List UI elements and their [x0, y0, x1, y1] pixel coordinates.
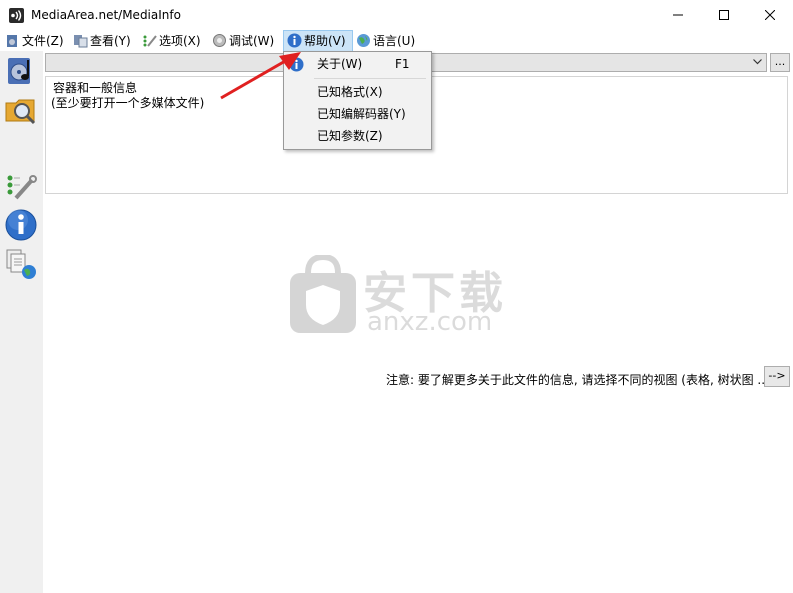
- debug-menu-icon: [212, 33, 227, 48]
- menu-debug-label: 调试(W): [229, 34, 275, 48]
- view-menu-icon: [73, 33, 88, 48]
- open-file-button[interactable]: [4, 54, 38, 88]
- menu-options[interactable]: 选项(X): [139, 31, 201, 51]
- menu-view[interactable]: 查看(Y): [70, 31, 131, 51]
- mediainfo-app-icon: [9, 8, 24, 23]
- menu-item-about[interactable]: 关于(W) F1: [284, 53, 431, 75]
- menu-options-label: 选项(X): [159, 34, 201, 48]
- menu-item-known-codecs[interactable]: 已知编解码器(Y): [284, 103, 431, 125]
- menu-item-known-formats-label: 已知格式(X): [317, 85, 383, 99]
- menu-debug[interactable]: 调试(W): [209, 31, 274, 51]
- documents-globe-icon: [6, 249, 36, 279]
- maximize-icon: [719, 10, 729, 20]
- menu-file-label: 文件(Z): [22, 34, 64, 48]
- file-menu-icon: [5, 33, 20, 48]
- menu-item-about-label: 关于(W): [317, 57, 363, 71]
- menu-view-label: 查看(Y): [90, 34, 131, 48]
- chevron-down-icon: [753, 59, 762, 65]
- left-toolbar: [0, 51, 43, 593]
- menu-item-known-parameters-label: 已知参数(Z): [317, 129, 383, 143]
- menu-separator: [314, 78, 426, 79]
- menu-item-known-parameters[interactable]: 已知参数(Z): [284, 125, 431, 147]
- info-icon: [5, 209, 37, 241]
- menu-language[interactable]: 语言(U): [353, 31, 415, 51]
- menu-bar: 文件(Z) 查看(Y) 选项(X) 调试(W) 帮助(V) 语言(U): [0, 30, 793, 52]
- close-button[interactable]: [747, 0, 793, 31]
- switch-view-button[interactable]: -->: [764, 366, 790, 387]
- title-bar: MediaArea.net/MediaInfo: [0, 0, 793, 31]
- options-menu-icon: [142, 33, 157, 48]
- menu-item-about-shortcut: F1: [395, 57, 410, 71]
- close-icon: [765, 10, 775, 20]
- watermark: 安下载 anxz.com: [288, 255, 508, 341]
- annotation-arrow-icon: [220, 52, 301, 100]
- shield-lock-icon: [290, 255, 356, 333]
- wrench-settings-icon: [7, 175, 37, 200]
- maximize-button[interactable]: [701, 0, 747, 31]
- about-button[interactable]: [4, 208, 38, 242]
- info-icon: [287, 33, 302, 48]
- menu-item-known-formats[interactable]: 已知格式(X): [284, 81, 431, 103]
- menu-help-label: 帮助(V): [304, 34, 346, 48]
- open-folder-button[interactable]: [4, 93, 38, 127]
- info-hint: (至少要打开一个多媒体文件): [51, 96, 205, 110]
- help-dropdown-menu: 关于(W) F1 已知格式(X) 已知编解码器(Y) 已知参数(Z): [283, 51, 432, 150]
- web-export-button[interactable]: [4, 247, 38, 281]
- watermark-en-text: anxz.com: [367, 307, 493, 337]
- minimize-icon: [673, 14, 683, 16]
- minimize-button[interactable]: [655, 0, 701, 31]
- open-file-icon: [8, 58, 30, 84]
- view-hint-note: 注意: 要了解更多关于此文件的信息, 请选择不同的视图 (表格, 树状图 ...…: [386, 373, 774, 387]
- options-button[interactable]: [4, 170, 38, 204]
- menu-file[interactable]: 文件(Z): [2, 31, 64, 51]
- globe-icon: [356, 33, 371, 48]
- menu-language-label: 语言(U): [373, 34, 416, 48]
- browse-button[interactable]: ...: [770, 53, 790, 72]
- folder-search-icon: [5, 99, 36, 125]
- window-title: MediaArea.net/MediaInfo: [31, 8, 181, 22]
- menu-help[interactable]: 帮助(V): [283, 30, 353, 52]
- menu-item-known-codecs-label: 已知编解码器(Y): [317, 107, 406, 121]
